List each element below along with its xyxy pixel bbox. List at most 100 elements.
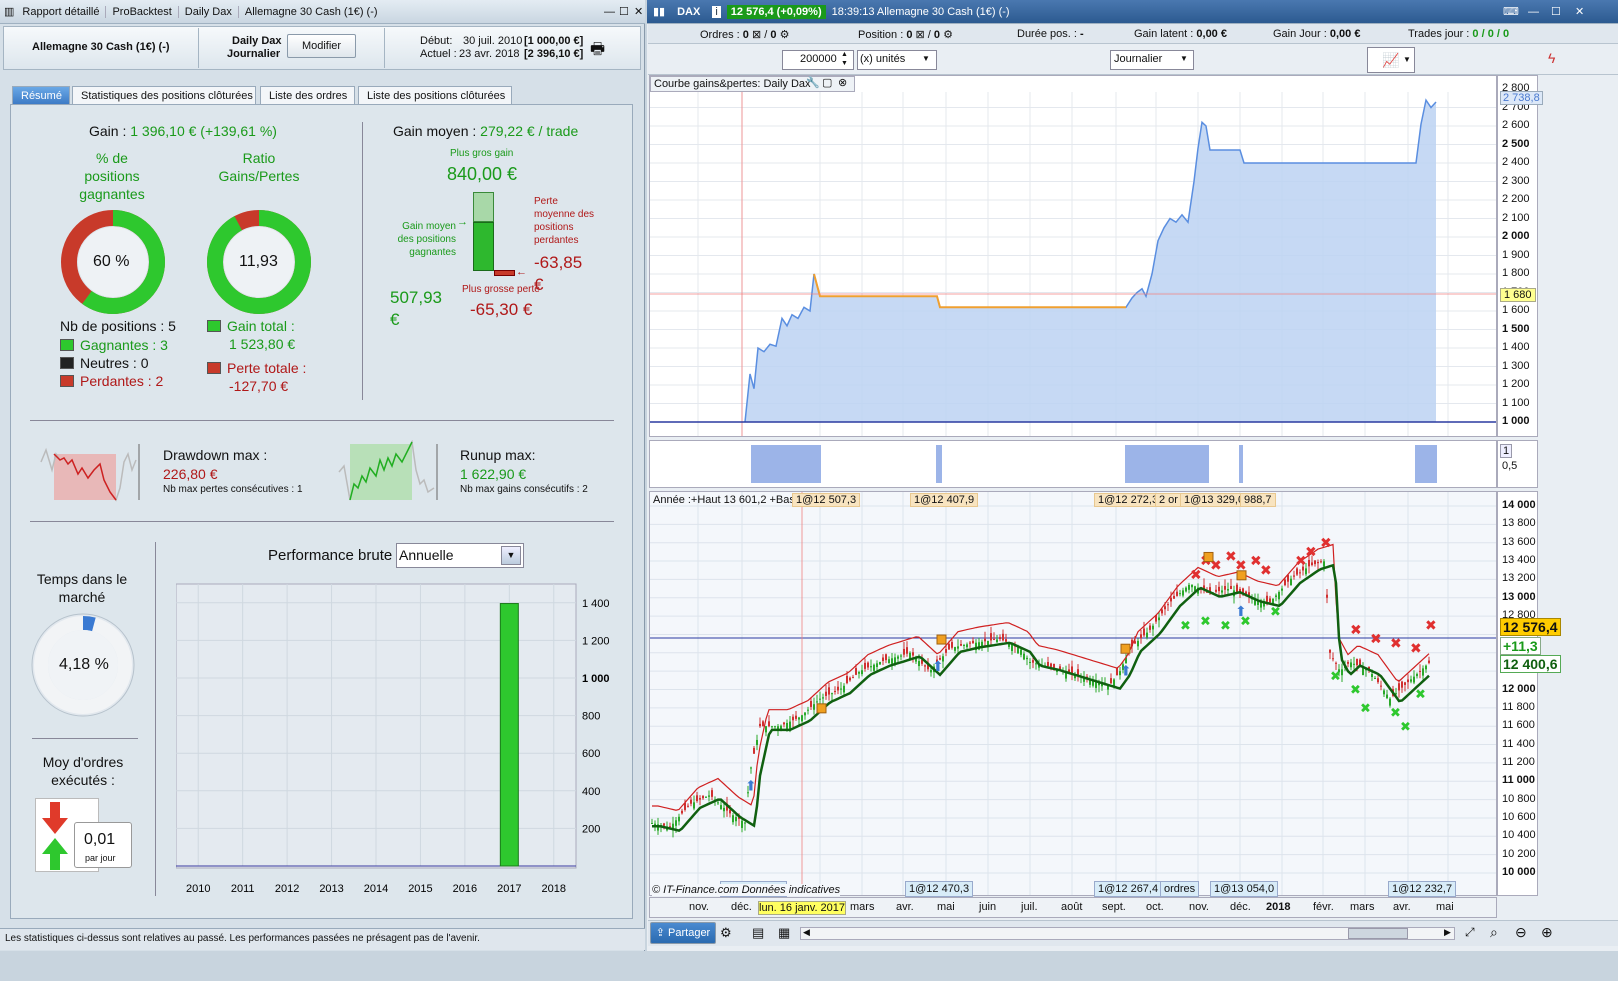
list-icon[interactable]: ▤ [752, 925, 764, 941]
position-settings-icon[interactable]: ⚙ [943, 29, 953, 41]
candle-body [1149, 625, 1151, 630]
gain-total-row: Gain total : [207, 318, 295, 334]
equity-ytick: 1 600 [1502, 304, 1530, 316]
buy-marker-icon: ✖ [1350, 683, 1361, 698]
biggest-gain-label: Plus gros gain [450, 148, 514, 159]
sell-marker-icon: ✖ [1320, 535, 1332, 551]
price-ytick: 10 600 [1502, 810, 1536, 823]
candle-body [1116, 667, 1118, 676]
candle-body [1170, 597, 1172, 602]
candle-body [972, 640, 974, 644]
zoom-out-icon[interactable]: ⊖ [1515, 924, 1527, 941]
info-icon[interactable]: i [712, 5, 721, 18]
orders-settings-icon[interactable]: ⚙ [780, 29, 790, 41]
candle-body [948, 644, 950, 650]
candle-body [1425, 665, 1427, 670]
chevron-down-icon[interactable]: ▼ [922, 54, 930, 63]
share-button[interactable]: ⇪ Partager [650, 922, 716, 944]
order-marker [1203, 551, 1214, 562]
price-ytick: 11 600 [1502, 719, 1535, 732]
candle-body [984, 638, 986, 642]
quantity-spinner[interactable]: ▲ ▼ [841, 50, 848, 68]
candle-body [906, 647, 908, 654]
candle-body [1350, 662, 1352, 668]
candle-body [924, 665, 926, 667]
minimize-icon[interactable]: — [1522, 6, 1545, 18]
candle-body [1185, 587, 1187, 592]
scroll-right-icon[interactable]: ▶ [1444, 927, 1451, 938]
indicator-icon[interactable]: ⚙ [720, 925, 732, 941]
expand-icon[interactable]: ⤢ [1465, 925, 1475, 940]
candle-body [873, 664, 875, 671]
candle-body [1011, 644, 1013, 652]
symbol[interactable]: DAX [671, 6, 706, 18]
candle-body [663, 823, 665, 826]
header-divider [198, 28, 199, 68]
maximize-icon[interactable]: ☐ [1545, 5, 1567, 18]
perf-xlabel: 2012 [275, 883, 299, 895]
candle-body [798, 717, 800, 720]
keyboard-icon[interactable]: ⌨ [1497, 5, 1525, 18]
title-tab-instrument[interactable]: Allemagne 30 Cash (1€) (-) [239, 6, 384, 18]
candle-body [1323, 561, 1325, 567]
price-ytick: 10 800 [1502, 792, 1536, 805]
chevron-down-icon[interactable]: ▼ [501, 546, 521, 565]
candle-body [1053, 664, 1055, 668]
close-icon[interactable]: ✕ [1569, 5, 1590, 18]
wrench-icon[interactable]: 🔧 [806, 76, 820, 89]
tab-closed-stats[interactable]: Statistiques des positions clôturées [72, 86, 256, 105]
candle-body [957, 646, 959, 649]
candle-body [990, 633, 992, 641]
loss-total-value: -127,70 € [229, 378, 289, 394]
title-tab-system[interactable]: Daily Dax [179, 5, 239, 18]
header-system-name: Daily Dax [232, 35, 282, 47]
candle-body [768, 721, 770, 727]
zoom-fit-icon[interactable]: ⌕ [1490, 924, 1498, 941]
order-tag: 1@12 470,3 [905, 881, 974, 897]
candle-body [882, 657, 884, 662]
position-cancel-icon[interactable]: ⊠ [916, 29, 925, 41]
equity-ytick: 2 400 [1502, 156, 1530, 168]
orders-cancel-icon[interactable]: ⊠ [752, 29, 761, 41]
window-icon[interactable]: ▢ [822, 76, 832, 89]
candle-body [963, 645, 965, 647]
candle-body [750, 767, 752, 769]
up-arrow-icon: ⬆ [932, 659, 944, 675]
candle-body [813, 704, 815, 710]
sell-marker-icon: ✖ [1390, 636, 1402, 652]
tab-summary[interactable]: Résumé [12, 86, 70, 105]
candle-body [759, 723, 761, 727]
order-tag: ordres [1160, 881, 1200, 897]
candle-body [708, 795, 710, 797]
candle-body [1050, 663, 1052, 667]
title-tab-report[interactable]: Rapport détaillé [16, 5, 107, 18]
tab-closed-positions[interactable]: Liste des positions clôturées [358, 86, 512, 105]
buy-arrow-icon [42, 838, 68, 870]
chevron-down-icon[interactable]: ▼ [1403, 55, 1411, 64]
candle-body [1152, 625, 1154, 630]
drawdown-consec: Nb max pertes consécutives : 1 [163, 484, 303, 495]
table-icon[interactable]: ▦ [778, 925, 790, 941]
candle-body [804, 712, 806, 716]
tab-orders[interactable]: Liste des ordres [260, 86, 355, 105]
price-ytick: 10 400 [1502, 829, 1536, 842]
x-axis-label: oct. [1146, 901, 1164, 913]
title-tab-probacktest[interactable]: ProBacktest [106, 5, 179, 18]
candle-body [861, 670, 863, 675]
modify-button[interactable]: Modifier [287, 34, 356, 58]
biggest-gain-bar [473, 192, 494, 222]
candle-body [1398, 683, 1400, 691]
scroll-left-icon[interactable]: ◀ [803, 927, 810, 938]
candle-body [1179, 593, 1181, 595]
chevron-down-icon[interactable]: ▼ [1180, 54, 1188, 63]
candle-body [711, 790, 713, 797]
candle-body [1371, 673, 1373, 677]
close-icon[interactable]: ⊗ [838, 76, 847, 89]
scrollbar-thumb[interactable] [1348, 928, 1408, 939]
zoom-in-icon[interactable]: ⊕ [1541, 924, 1553, 941]
equity-cursor-badge: 1 680 [1500, 288, 1536, 302]
side-tool-icon[interactable]: ϟ [1548, 50, 1555, 66]
perf-ytick: 1 400 [582, 598, 610, 610]
printer-icon[interactable]: 🖶 [590, 38, 605, 65]
candle-body [1389, 698, 1391, 706]
